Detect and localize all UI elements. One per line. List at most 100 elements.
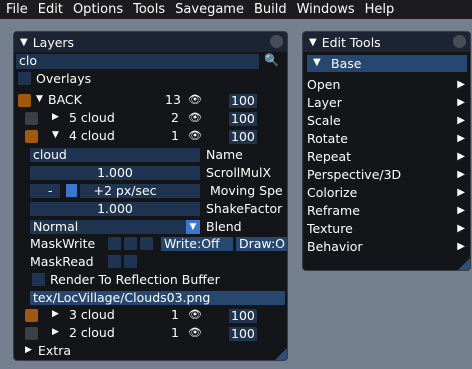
menu-windows[interactable]: Windows xyxy=(291,0,359,19)
name-value: cloud xyxy=(33,147,67,162)
menu-item-texture[interactable]: Texture ▶ xyxy=(307,220,467,237)
collapse-triangle-icon[interactable]: ▼ xyxy=(20,37,28,48)
menu-item-behavior[interactable]: Behavior ▶ xyxy=(307,238,467,255)
eye-icon[interactable]: 👁 xyxy=(188,129,202,142)
layer-color-swatch[interactable] xyxy=(25,327,38,340)
layer-name[interactable]: 5 cloud xyxy=(69,110,115,125)
layer-color-swatch[interactable] xyxy=(18,94,31,107)
blend-select[interactable]: Normal ▼ xyxy=(30,219,200,234)
extra-label[interactable]: Extra xyxy=(38,343,71,358)
search-icon[interactable]: 🔍 xyxy=(264,53,279,67)
scroll-mul-x-field[interactable]: 1.000 xyxy=(30,165,200,180)
expand-down-icon[interactable]: ▼ xyxy=(36,94,43,104)
overlays-checkbox[interactable] xyxy=(18,72,31,85)
name-field[interactable]: cloud xyxy=(30,147,200,162)
write-off-button[interactable]: Write:Off xyxy=(161,236,233,251)
close-icon[interactable] xyxy=(453,35,466,48)
mask-write-checkbox[interactable] xyxy=(124,237,137,250)
menu-item-label: Texture xyxy=(307,221,353,236)
edit-tools-panel: ▼ Edit Tools ▼ Base Open ▶ Layer ▶ Scale… xyxy=(302,31,471,271)
search-input[interactable]: clo xyxy=(16,53,259,69)
menu-file[interactable]: File xyxy=(0,0,32,19)
search-input-value: clo xyxy=(19,53,37,68)
menu-options[interactable]: Options xyxy=(67,0,127,19)
eye-icon[interactable]: 👁 xyxy=(188,111,202,124)
layer-color-swatch[interactable] xyxy=(25,130,38,143)
eye-icon[interactable]: 👁 xyxy=(188,308,202,321)
scroll-mul-x-value: 1.000 xyxy=(97,165,133,180)
moving-speed-knob[interactable] xyxy=(66,184,77,197)
layer-color-swatch[interactable] xyxy=(25,309,38,322)
minus-label: - xyxy=(48,183,53,198)
menu-item-open[interactable]: Open ▶ xyxy=(307,76,467,93)
chevron-right-icon: ▶ xyxy=(457,241,465,252)
layers-titlebar[interactable]: ▼ Layers xyxy=(14,32,287,52)
menu-edit[interactable]: Edit xyxy=(32,0,67,19)
base-header[interactable]: ▼ Base xyxy=(307,55,467,72)
close-icon[interactable] xyxy=(270,35,283,48)
menu-item-rotate[interactable]: Rotate ▶ xyxy=(307,130,467,147)
resize-grip[interactable] xyxy=(275,348,287,360)
menu-item-label: Colorize xyxy=(307,185,358,200)
menu-tools[interactable]: Tools xyxy=(127,0,169,19)
layer-count: 1 xyxy=(171,128,179,143)
menu-item-repeat[interactable]: Repeat ▶ xyxy=(307,148,467,165)
expand-right-icon[interactable]: ▶ xyxy=(52,327,59,337)
layers-panel: ▼ Layers clo 🔍 Overlays ▼ BACK 13 👁 100 … xyxy=(13,31,288,361)
menu-item-label: Behavior xyxy=(307,239,363,254)
base-label: Base xyxy=(331,56,362,71)
chevron-right-icon: ▶ xyxy=(457,205,465,216)
chevron-down-icon[interactable]: ▼ xyxy=(186,220,200,234)
menu-item-label: Reframe xyxy=(307,203,360,218)
moving-speed-field[interactable]: +2 px/sec xyxy=(80,183,200,198)
reflection-checkbox[interactable] xyxy=(32,273,45,286)
chevron-right-icon: ▶ xyxy=(457,187,465,198)
mask-read-checkbox[interactable] xyxy=(108,255,121,268)
opacity-field[interactable]: 100 xyxy=(229,308,257,323)
mask-write-checkbox[interactable] xyxy=(108,237,121,250)
moving-speed-minus[interactable]: - xyxy=(30,183,60,198)
layer-name[interactable]: BACK xyxy=(48,92,82,107)
chevron-right-icon: ▶ xyxy=(457,79,465,90)
expand-right-icon[interactable]: ▶ xyxy=(25,345,32,355)
menu-item-label: Perspective/3D xyxy=(307,167,402,182)
texture-path-field[interactable]: tex/LocVillage/Clouds03.png xyxy=(30,290,285,305)
menu-item-scale[interactable]: Scale ▶ xyxy=(307,112,467,129)
opacity-field[interactable]: 100 xyxy=(229,326,257,341)
layer-count: 1 xyxy=(171,325,179,340)
menu-item-layer[interactable]: Layer ▶ xyxy=(307,94,467,111)
menu-item-colorize[interactable]: Colorize ▶ xyxy=(307,184,467,201)
resize-grip[interactable] xyxy=(458,258,470,270)
expand-right-icon[interactable]: ▶ xyxy=(52,309,59,319)
layer-name[interactable]: 3 cloud xyxy=(69,307,115,322)
layer-name[interactable]: 4 cloud xyxy=(69,128,115,143)
edit-tools-titlebar[interactable]: ▼ Edit Tools xyxy=(303,32,470,52)
opacity-field[interactable]: 100 xyxy=(229,111,257,126)
opacity-value: 100 xyxy=(231,93,255,108)
menu-help[interactable]: Help xyxy=(359,0,399,19)
reflection-label: Render To Reflection Buffer xyxy=(50,272,220,287)
opacity-field[interactable]: 100 xyxy=(229,129,257,144)
menu-savegame[interactable]: Savegame xyxy=(169,0,248,19)
moving-speed-value: +2 px/sec xyxy=(93,183,157,198)
draw-button[interactable]: Draw:O xyxy=(236,237,287,251)
expand-right-icon[interactable]: ▶ xyxy=(52,112,59,122)
chevron-right-icon: ▶ xyxy=(457,115,465,126)
opacity-field[interactable]: 100 xyxy=(229,93,257,108)
eye-icon[interactable]: 👁 xyxy=(188,326,202,339)
menu-item-label: Scale xyxy=(307,113,341,128)
mask-read-checkbox[interactable] xyxy=(124,255,137,268)
menu-item-perspective[interactable]: Perspective/3D ▶ xyxy=(307,166,467,183)
expand-down-icon[interactable]: ▼ xyxy=(52,130,59,140)
mask-write-checkbox[interactable] xyxy=(140,237,153,250)
layer-name[interactable]: 2 cloud xyxy=(69,325,115,340)
chevron-down-icon: ▼ xyxy=(313,57,321,68)
eye-icon[interactable]: 👁 xyxy=(188,93,202,106)
opacity-value: 100 xyxy=(231,326,255,341)
collapse-triangle-icon[interactable]: ▼ xyxy=(309,37,317,48)
shake-factor-field[interactable]: 1.000 xyxy=(30,201,200,216)
menu-build[interactable]: Build xyxy=(248,0,291,19)
layer-color-swatch[interactable] xyxy=(25,112,38,125)
menu-item-reframe[interactable]: Reframe ▶ xyxy=(307,202,467,219)
menu-bar: File Edit Options Tools Savegame Build W… xyxy=(0,0,472,19)
